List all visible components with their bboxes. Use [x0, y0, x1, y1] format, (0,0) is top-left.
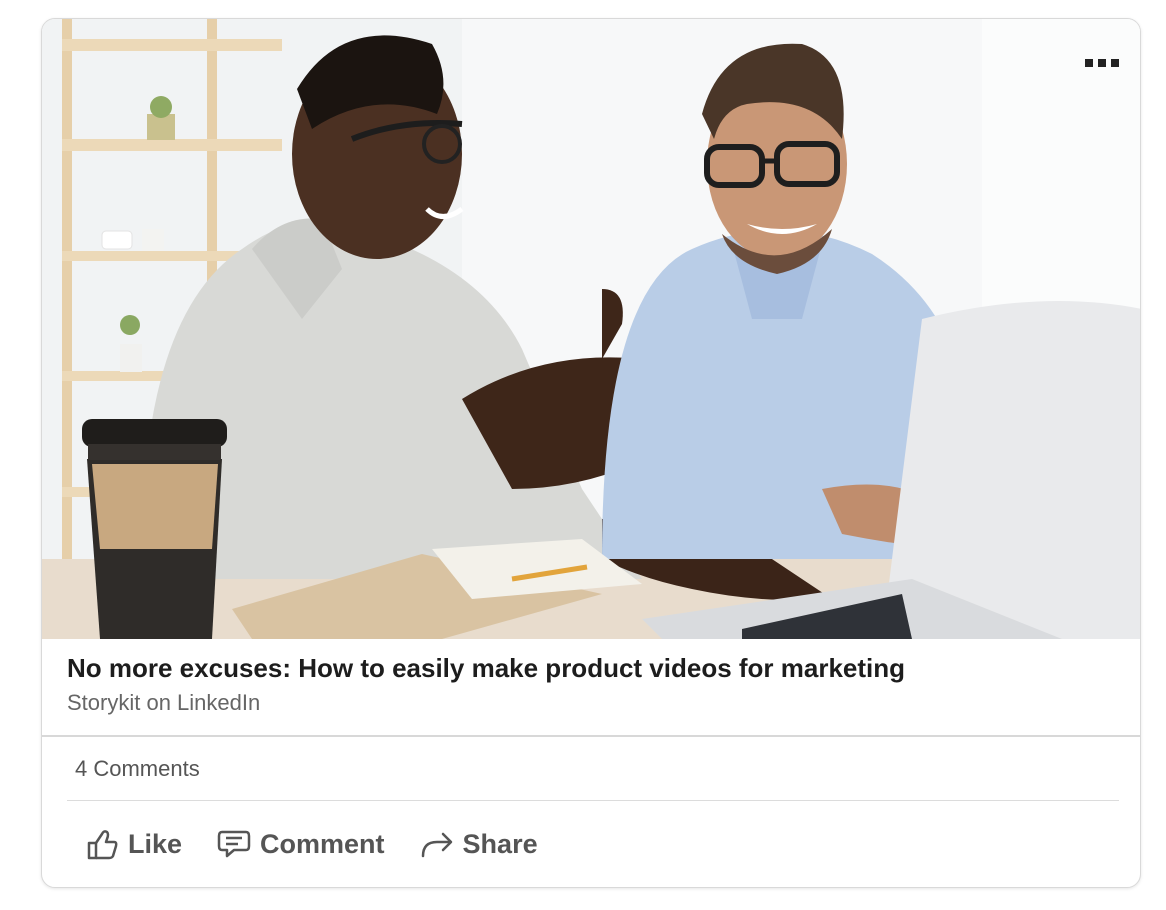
- social-counts: 4 Comments: [67, 737, 1119, 801]
- more-options-button[interactable]: [1072, 47, 1132, 79]
- post-actions: Like Comment Share: [72, 809, 550, 879]
- post-title[interactable]: No more excuses: How to easily make prod…: [67, 651, 1117, 685]
- post-meta[interactable]: No more excuses: How to easily make prod…: [42, 639, 1140, 737]
- post-card: No more excuses: How to easily make prod…: [41, 18, 1141, 888]
- share-arrow-icon: [421, 832, 452, 858]
- post-image[interactable]: [42, 19, 1140, 639]
- more-options-icon: [1085, 59, 1093, 67]
- comments-count[interactable]: 4 Comments: [67, 756, 200, 782]
- like-label: Like: [128, 828, 183, 859]
- share-button[interactable]: Share: [407, 816, 550, 872]
- coffee-cup: [82, 419, 227, 639]
- comment-button[interactable]: Comment: [204, 816, 397, 872]
- more-options-icon-dot: [1111, 59, 1119, 67]
- comment-bubble-icon: [217, 830, 251, 858]
- share-label: Share: [462, 828, 538, 859]
- thumbs-up-icon: [87, 830, 118, 860]
- comment-label: Comment: [260, 828, 385, 859]
- more-options-icon-dot: [1098, 59, 1106, 67]
- like-button[interactable]: Like: [72, 816, 194, 872]
- office-photo: [42, 19, 1140, 639]
- post-source: Storykit on LinkedIn: [67, 690, 261, 715]
